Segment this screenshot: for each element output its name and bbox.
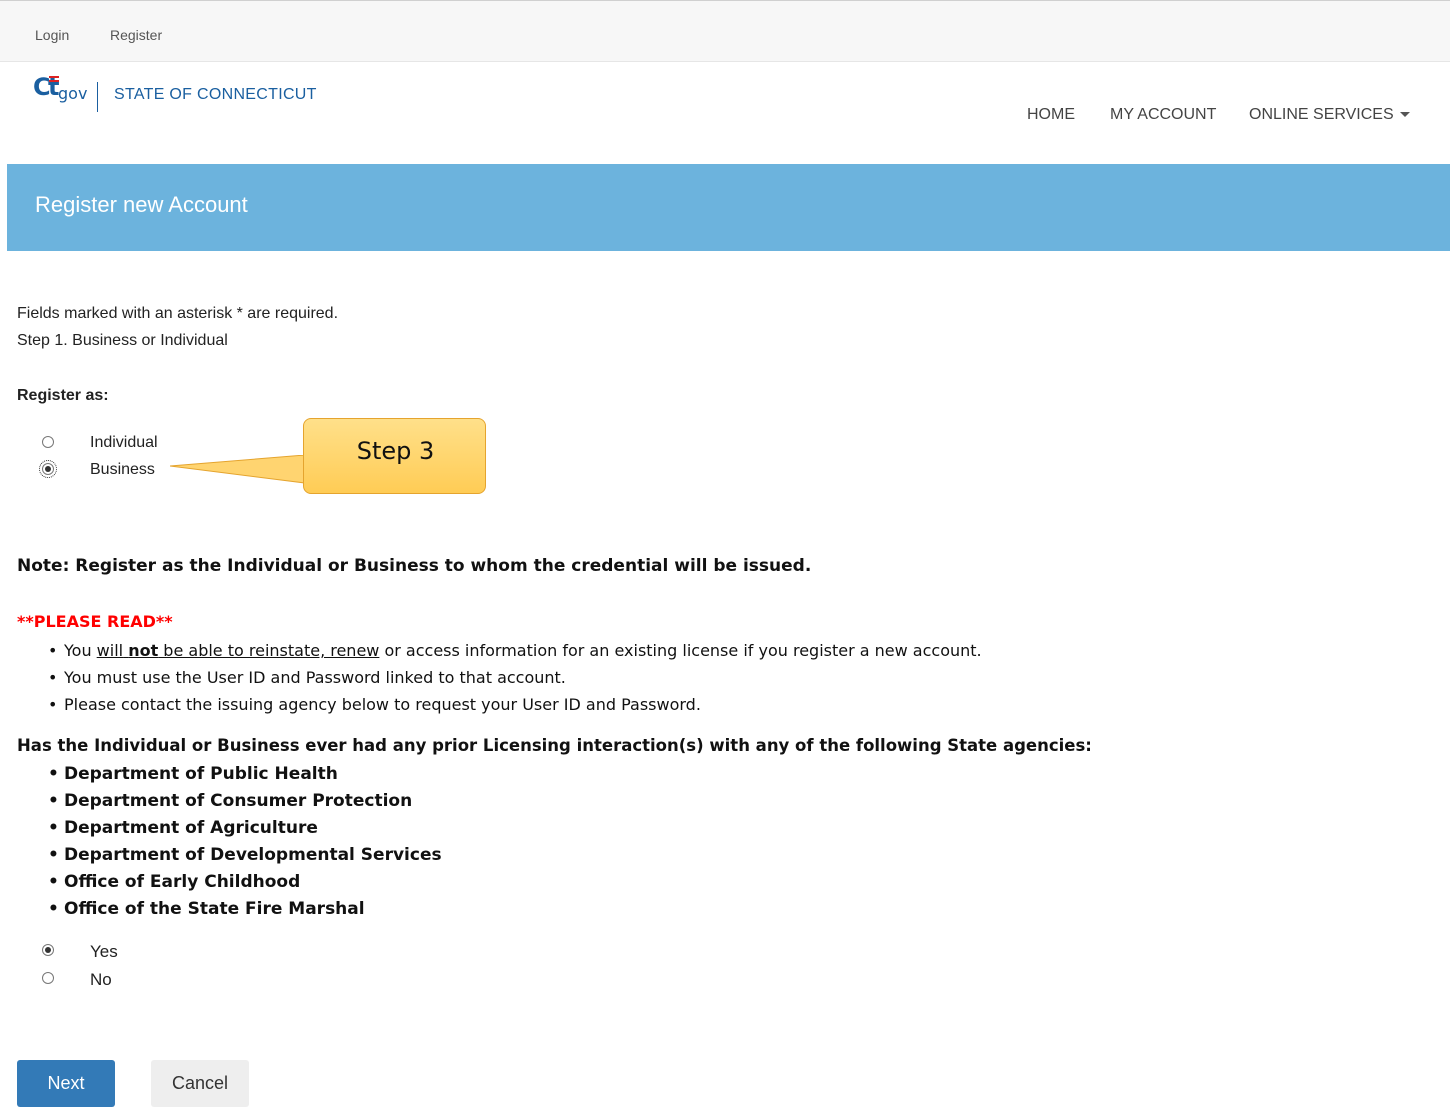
bullet-icon: • <box>48 695 58 714</box>
step-callout: Step 3 <box>303 418 486 494</box>
bullet-1-not: not <box>128 641 159 660</box>
login-link[interactable]: Login <box>35 27 69 43</box>
nav-my-account[interactable]: MY ACCOUNT <box>1110 106 1216 124</box>
bullet-1-prefix: You <box>64 641 97 660</box>
ct-gov-logo-icon[interactable]: C t gov <box>33 70 93 110</box>
radio-business[interactable] <box>39 460 57 478</box>
svg-text:gov: gov <box>58 84 87 103</box>
bullet-3-text: Please contact the issuing agency below … <box>64 695 701 714</box>
bullet-2-text: You must use the User ID and Password li… <box>64 668 566 687</box>
next-button[interactable]: Next <box>17 1060 115 1107</box>
step-callout-text: Step 3 <box>356 437 435 465</box>
logo-separator <box>97 82 98 112</box>
agency-item: • Department of Consumer Protection <box>48 791 412 811</box>
radio-business-label[interactable]: Business <box>90 461 155 479</box>
bullet-icon: • <box>48 818 59 838</box>
please-read-bullet-2: • You must use the User ID and Password l… <box>48 668 566 687</box>
radio-individual-label[interactable]: Individual <box>90 434 158 452</box>
register-link[interactable]: Register <box>110 27 162 43</box>
bullet-icon: • <box>48 791 59 811</box>
bullet-1-underlined: will not be able to reinstate, renew <box>97 641 380 660</box>
radio-no-label[interactable]: No <box>90 970 112 990</box>
bullet-1-middle: be able to reinstate, renew <box>158 641 380 660</box>
nav-online-services-label: ONLINE SERVICES <box>1249 106 1394 123</box>
agency-item: • Department of Agriculture <box>48 818 318 838</box>
radio-no[interactable] <box>42 972 54 984</box>
please-read-bullet-3: • Please contact the issuing agency below… <box>48 695 701 714</box>
top-utility-bar: Login Register <box>0 0 1450 62</box>
agency-label: Office of Early Childhood <box>64 872 301 892</box>
prior-licensing-question: Has the Individual or Business ever had … <box>17 736 1092 755</box>
bullet-1-will: will <box>96 641 124 660</box>
agency-label: Department of Agriculture <box>64 818 318 838</box>
bullet-icon: • <box>48 668 58 687</box>
bullet-icon: • <box>48 899 59 919</box>
bullet-icon: • <box>48 764 59 784</box>
bullet-1-suffix: or access information for an existing li… <box>379 641 982 660</box>
register-as-label: Register as: <box>17 387 109 404</box>
bullet-icon: • <box>48 872 59 892</box>
radio-yes-label[interactable]: Yes <box>90 942 118 962</box>
page-banner: Register new Account <box>7 164 1450 251</box>
agency-item: • Office of the State Fire Marshal <box>48 899 365 919</box>
agency-label: Department of Public Health <box>64 764 338 784</box>
radio-yes[interactable] <box>42 944 54 956</box>
caret-down-icon <box>1399 112 1410 118</box>
state-label: STATE OF CONNECTICUT <box>114 86 317 103</box>
agency-label: Office of the State Fire Marshal <box>64 899 365 919</box>
radio-individual[interactable] <box>42 436 54 448</box>
nav-home[interactable]: HOME <box>1027 106 1075 124</box>
register-note: Note: Register as the Individual or Busi… <box>17 556 812 576</box>
agency-item: • Office of Early Childhood <box>48 872 300 892</box>
callout-pointer-icon <box>170 455 308 484</box>
agency-item: • Department of Developmental Services <box>48 845 442 865</box>
cancel-button[interactable]: Cancel <box>151 1060 249 1107</box>
bullet-icon: • <box>48 845 59 865</box>
agency-label: Department of Developmental Services <box>64 845 442 865</box>
bullet-icon: • <box>48 641 58 660</box>
please-read-title: **PLEASE READ** <box>17 612 173 631</box>
please-read-bullet-1: • You will not be able to reinstate, rene… <box>48 641 982 660</box>
agency-label: Department of Consumer Protection <box>64 791 413 811</box>
agency-item: • Department of Public Health <box>48 764 338 784</box>
required-fields-note: Fields marked with an asterisk * are req… <box>17 305 339 322</box>
step-label: Step 1. Business or Individual <box>17 332 228 349</box>
nav-online-services[interactable]: ONLINE SERVICES <box>1249 106 1410 124</box>
page-title: Register new Account <box>35 192 248 217</box>
